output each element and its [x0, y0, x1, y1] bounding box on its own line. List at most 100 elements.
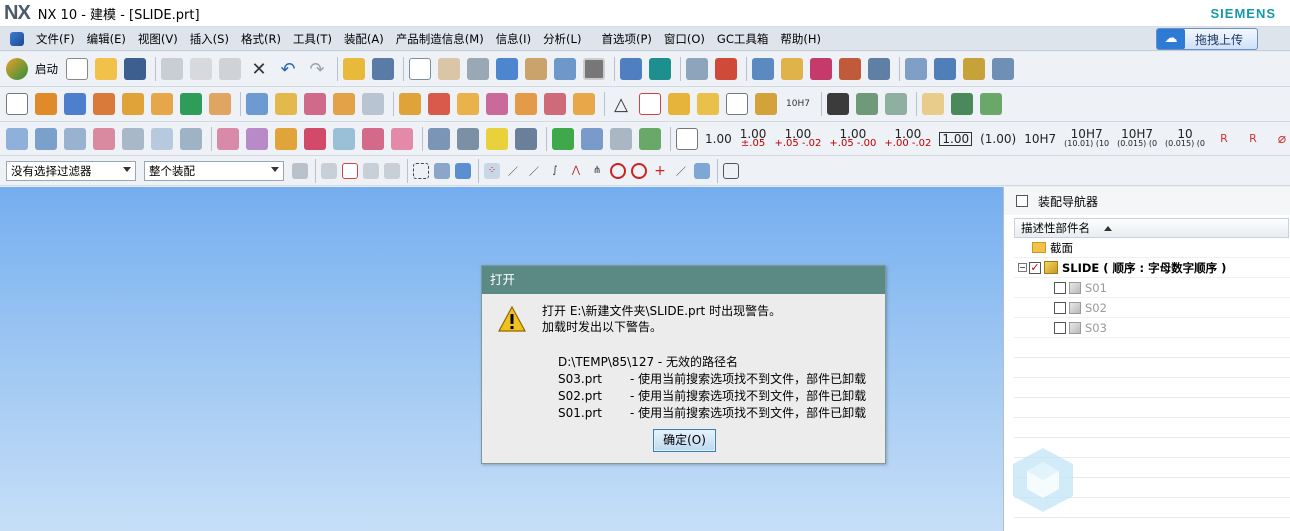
open-folder-icon[interactable]	[95, 58, 117, 80]
snap-midpoint-icon[interactable]: ／	[526, 163, 542, 179]
selection-scope-dropdown[interactable]: 整个装配	[144, 160, 284, 181]
menu-preferences[interactable]: 首选项(P)	[595, 31, 657, 47]
extension-icon[interactable]	[180, 127, 202, 150]
snap-existing-point-icon[interactable]: +	[652, 163, 668, 179]
snap-control-point-icon[interactable]: ⋀	[568, 163, 584, 179]
menu-tools[interactable]: 工具(T)	[287, 31, 338, 47]
visibility-checkbox[interactable]	[1054, 321, 1066, 334]
layer-settings-icon[interactable]	[686, 58, 708, 80]
fit-limits-button[interactable]: 10H7 (10.01) (10	[1064, 128, 1109, 149]
note-icon[interactable]	[726, 93, 748, 115]
pattern-icon[interactable]	[122, 93, 144, 115]
trim-sheet-icon[interactable]	[217, 127, 239, 150]
datum-plane-icon[interactable]: △	[610, 93, 632, 115]
wcs-icon[interactable]	[649, 58, 671, 80]
axis-icon[interactable]	[639, 127, 661, 150]
start-icon[interactable]	[6, 58, 28, 80]
radius-icon[interactable]: R	[1213, 128, 1235, 150]
selection-filter-dropdown[interactable]: 没有选择过滤器	[6, 160, 136, 181]
select-solid-icon[interactable]	[434, 162, 450, 179]
menu-edit[interactable]: 编辑(E)	[81, 31, 132, 47]
select-edges-icon[interactable]	[384, 162, 400, 179]
grid-icon[interactable]	[610, 127, 632, 150]
select-components-icon[interactable]	[342, 162, 358, 179]
table-icon[interactable]	[639, 93, 661, 115]
assembly-tools-icon[interactable]	[963, 58, 985, 80]
tree-row-section[interactable]: 截面	[1014, 238, 1290, 258]
menu-help[interactable]: 帮助(H)	[774, 31, 827, 47]
bearing-icon[interactable]	[515, 127, 537, 150]
save-icon[interactable]	[124, 58, 146, 80]
revolve-icon[interactable]	[93, 93, 115, 115]
tree-row-s03[interactable]: S03	[1014, 318, 1290, 338]
studio-surface-icon[interactable]	[391, 127, 413, 150]
visibility-checkbox[interactable]: ✓	[1029, 261, 1041, 274]
through-curves-icon[interactable]	[6, 127, 28, 150]
fit-view-icon[interactable]	[409, 58, 431, 80]
bilateral-tolerance-button[interactable]: 1.00 ±.05	[740, 128, 767, 149]
snap-line-icon[interactable]: ／	[505, 163, 521, 179]
paint-icon[interactable]	[755, 93, 777, 115]
start-menu-label[interactable]: 启动	[35, 61, 58, 77]
rectangle-select-icon[interactable]	[413, 162, 429, 179]
snap-quadrant-icon[interactable]	[631, 162, 647, 179]
ok-button[interactable]: 确定(O)	[653, 429, 716, 452]
through-mesh-icon[interactable]	[35, 127, 57, 150]
delete-face-icon[interactable]	[457, 93, 479, 115]
new-file-icon[interactable]	[66, 58, 88, 80]
shaded-icon[interactable]	[496, 58, 518, 80]
patch-icon[interactable]	[304, 127, 326, 150]
column-header-part-name[interactable]: 描述性部件名	[1014, 218, 1289, 238]
fit-tolerance-values-button[interactable]: 10H7 (0.015) (0	[1117, 128, 1157, 149]
grid-icon[interactable]	[723, 162, 739, 179]
snap-curve-icon[interactable]: ∫	[547, 163, 563, 179]
menu-window[interactable]: 窗口(O)	[658, 31, 711, 47]
cylinder-icon[interactable]	[428, 127, 450, 150]
split-body-icon[interactable]	[275, 93, 297, 115]
select-feature-icon[interactable]	[321, 162, 337, 179]
edit-object-icon[interactable]	[752, 58, 774, 80]
measure-distance-icon[interactable]	[868, 58, 890, 80]
redo-icon[interactable]: ↷	[306, 58, 328, 80]
background-icon[interactable]	[583, 58, 605, 80]
unilateral-above-button[interactable]: 1.00 +.05 -.00	[829, 128, 876, 149]
snap-bounded-grid-icon[interactable]	[694, 162, 710, 179]
sew-icon[interactable]	[246, 127, 268, 150]
snap-arc-center-icon[interactable]	[610, 162, 626, 179]
clip-section-icon[interactable]	[554, 58, 576, 80]
menu-view[interactable]: 视图(V)	[132, 31, 184, 47]
check-icon[interactable]	[552, 127, 574, 150]
sheet-to-solid-icon[interactable]	[333, 127, 355, 150]
zoom-icon[interactable]	[438, 58, 460, 80]
array-icon[interactable]	[151, 93, 173, 115]
trim-body-icon[interactable]	[246, 93, 268, 115]
filter-settings-icon[interactable]	[292, 162, 308, 179]
mesh-icon[interactable]	[827, 93, 849, 115]
render-style-icon[interactable]	[467, 58, 489, 80]
offset-face-icon[interactable]	[333, 93, 355, 115]
draft-icon[interactable]	[362, 93, 384, 115]
menu-format[interactable]: 格式(R)	[235, 31, 287, 47]
app-menu-icon[interactable]	[10, 31, 24, 46]
select-faces-icon[interactable]	[363, 162, 379, 179]
brush-icon[interactable]	[980, 93, 1002, 115]
chamfer-icon[interactable]	[428, 93, 450, 115]
copy-icon[interactable]	[190, 58, 212, 80]
paste-icon[interactable]	[219, 58, 241, 80]
snap-point-icon[interactable]	[810, 58, 832, 80]
drag-upload-button[interactable]: ☁ 拖拽上传	[1156, 28, 1258, 50]
curve-network-icon[interactable]	[362, 127, 384, 150]
resize-face-icon[interactable]	[544, 93, 566, 115]
collapse-icon[interactable]: −	[1018, 263, 1027, 272]
dimension-icon[interactable]	[676, 127, 698, 150]
move-face-icon[interactable]	[515, 93, 537, 115]
limits-tolerance-button[interactable]: 1.00 +.05 -.02	[774, 128, 821, 149]
tolerance-feature-icon[interactable]: 10H7	[784, 93, 812, 115]
menu-analysis[interactable]: 分析(L)	[537, 31, 587, 47]
shell-icon[interactable]	[304, 93, 326, 115]
replace-face-icon[interactable]	[486, 93, 508, 115]
assembly-load-icon[interactable]	[905, 58, 927, 80]
cut-icon[interactable]	[161, 58, 183, 80]
menu-file[interactable]: 文件(F)	[30, 31, 81, 47]
sketch-icon[interactable]	[6, 93, 28, 115]
